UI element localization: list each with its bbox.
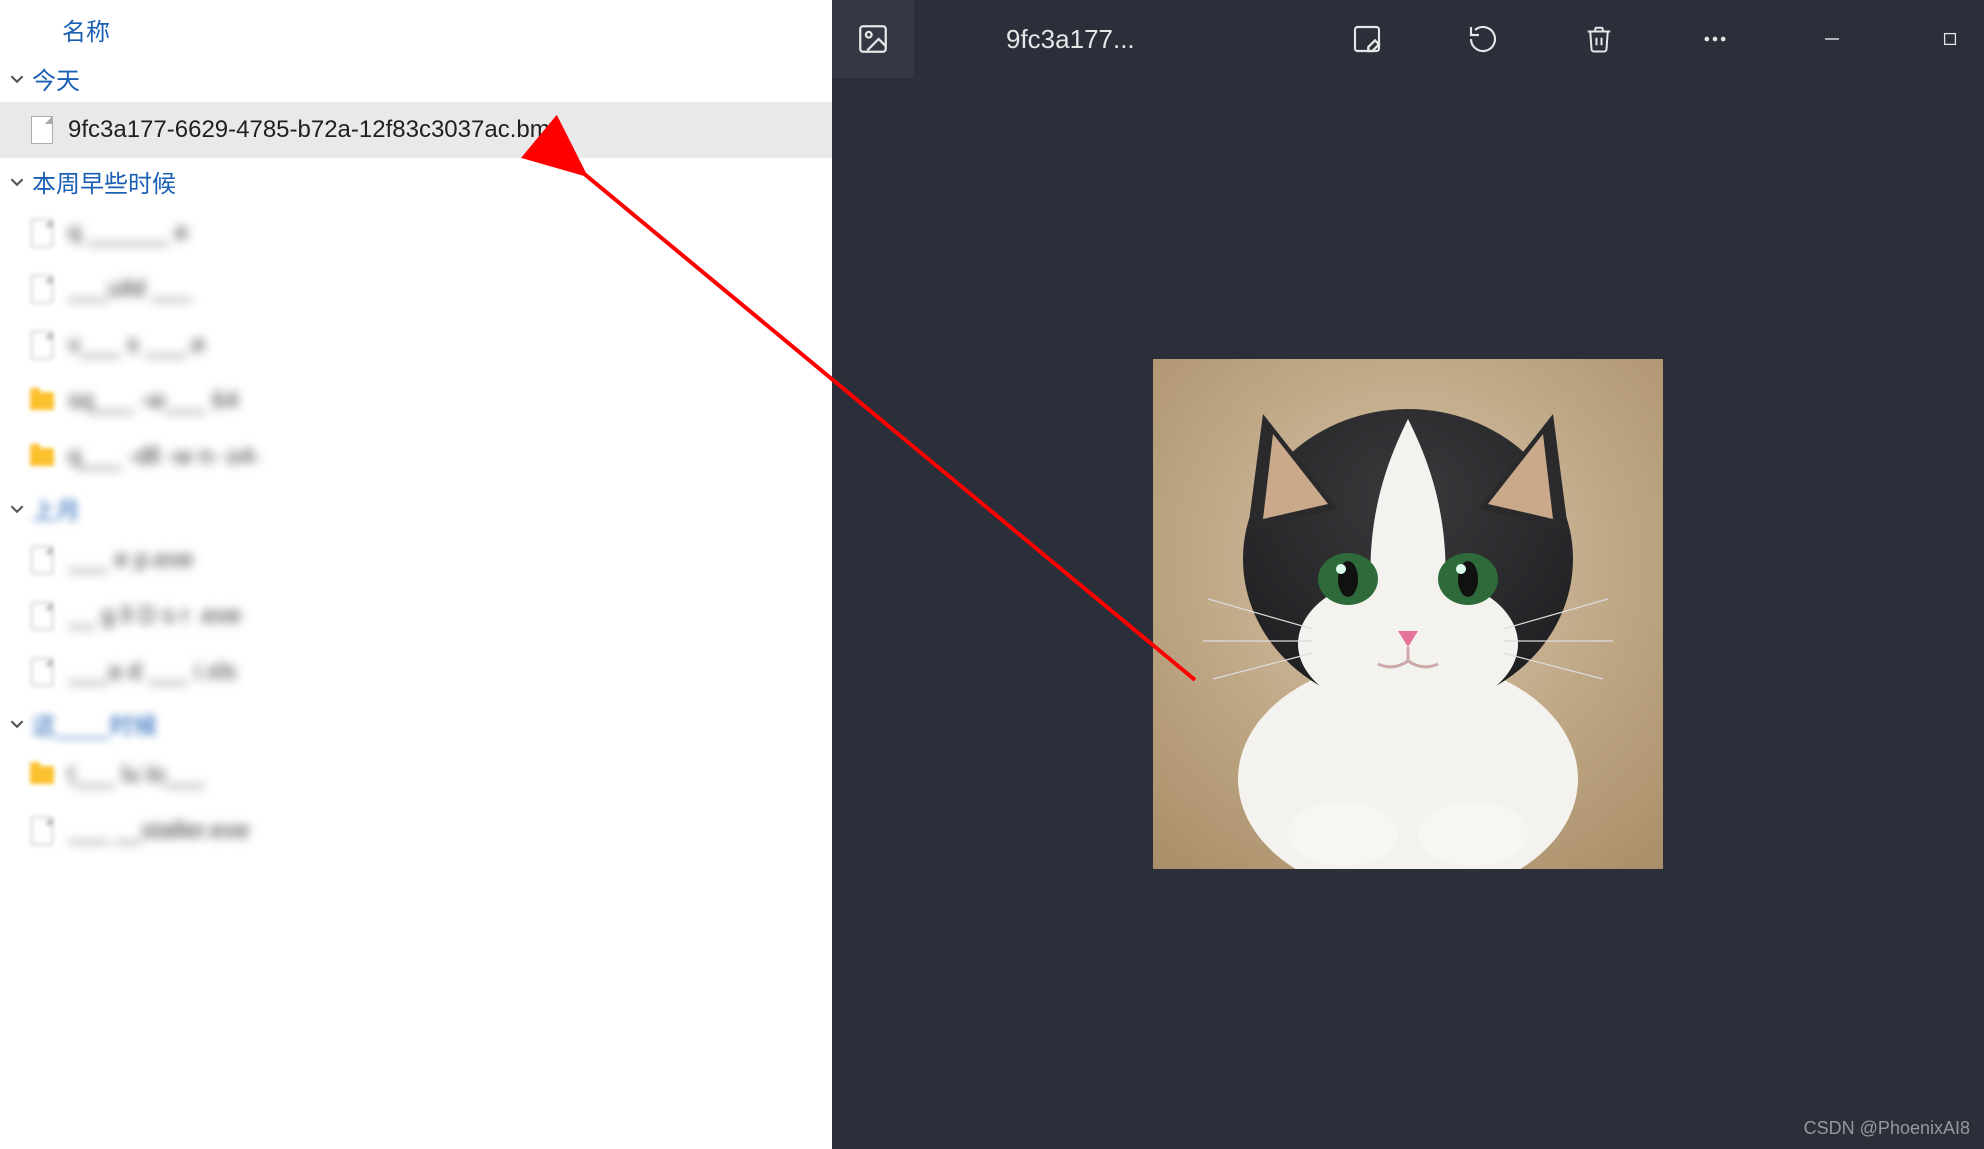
watermark-text: CSDN @PhoenixAI8 bbox=[1804, 1118, 1970, 1139]
group-header[interactable]: 上月 bbox=[0, 485, 832, 532]
photos-title: 9fc3a177... bbox=[1006, 24, 1135, 55]
file-icon bbox=[28, 656, 56, 688]
file-explorer-pane: 名称 今天 9fc3a177-6629-4785-b72a-12f83c3037a… bbox=[0, 0, 832, 1149]
file-name: sq___ -w___ 64 bbox=[68, 387, 239, 415]
photos-viewer-window: 9fc3a177... bbox=[832, 0, 1984, 1149]
file-row[interactable]: q___ -dll -w n- o4- bbox=[0, 429, 832, 485]
chevron-down-icon bbox=[6, 498, 28, 520]
more-icon[interactable] bbox=[1686, 10, 1744, 68]
file-icon bbox=[28, 815, 56, 847]
edit-image-icon[interactable] bbox=[1338, 10, 1396, 68]
file-icon bbox=[28, 273, 56, 305]
file-icon bbox=[28, 217, 56, 249]
file-name: ___a d ___ i.xls bbox=[68, 658, 236, 686]
group-label: 这____时候 bbox=[32, 706, 157, 741]
group-header[interactable]: 这____时候 bbox=[0, 700, 832, 747]
chevron-down-icon bbox=[6, 713, 28, 735]
chevron-down-icon bbox=[6, 68, 28, 90]
file-name: __ g ll D s r .exe bbox=[68, 602, 241, 630]
file-name: 9fc3a177-6629-4785-b72a-12f83c3037ac.bmp bbox=[68, 116, 563, 144]
group-header[interactable]: 本周早些时候 bbox=[0, 158, 832, 205]
file-name: ___ e p.exe bbox=[68, 546, 193, 574]
group-label: 上月 bbox=[32, 491, 80, 526]
folder-icon bbox=[28, 385, 56, 417]
column-header-name[interactable]: 名称 bbox=[0, 4, 832, 55]
file-name: v___ s ___.e bbox=[68, 331, 205, 359]
maximize-icon[interactable] bbox=[1920, 10, 1980, 68]
preview-image-cat bbox=[1153, 359, 1663, 869]
group-label: 今天 bbox=[32, 61, 80, 96]
file-row[interactable]: t___ lu lo___ bbox=[0, 747, 832, 803]
file-row[interactable]: v___ s ___.e bbox=[0, 317, 832, 373]
chevron-down-icon bbox=[6, 171, 28, 193]
minimize-icon[interactable] bbox=[1802, 10, 1862, 68]
photos-titlebar: 9fc3a177... bbox=[832, 0, 1984, 78]
file-row[interactable]: __ g ll D s r .exe bbox=[0, 588, 832, 644]
group-header[interactable]: 今天 bbox=[0, 55, 832, 102]
folder-icon bbox=[28, 441, 56, 473]
file-name: ___uild ___ bbox=[68, 275, 192, 303]
group-label: 本周早些时候 bbox=[32, 164, 176, 199]
photos-app-icon[interactable] bbox=[832, 0, 914, 78]
file-icon bbox=[28, 114, 56, 146]
folder-icon bbox=[28, 759, 56, 791]
file-row[interactable]: sq___ -w___ 64 bbox=[0, 373, 832, 429]
file-name: ___ __staller.exe bbox=[68, 817, 249, 845]
file-name: t___ lu lo___ bbox=[68, 761, 205, 789]
file-row[interactable]: ___ __staller.exe bbox=[0, 803, 832, 859]
file-icon bbox=[28, 544, 56, 576]
file-row-selected[interactable]: 9fc3a177-6629-4785-b72a-12f83c3037ac.bmp bbox=[0, 102, 832, 158]
file-row[interactable]: ___uild ___ bbox=[0, 261, 832, 317]
file-icon bbox=[28, 329, 56, 361]
file-icon bbox=[28, 600, 56, 632]
file-row[interactable]: ___ e p.exe bbox=[0, 532, 832, 588]
file-row[interactable]: ___a d ___ i.xls bbox=[0, 644, 832, 700]
rotate-icon[interactable] bbox=[1454, 10, 1512, 68]
file-name: q___ -dll -w n- o4- bbox=[68, 443, 261, 471]
image-canvas[interactable] bbox=[832, 78, 1984, 1149]
delete-icon[interactable] bbox=[1570, 10, 1628, 68]
file-name: q ______ e bbox=[68, 219, 188, 247]
file-row[interactable]: q ______ e bbox=[0, 205, 832, 261]
